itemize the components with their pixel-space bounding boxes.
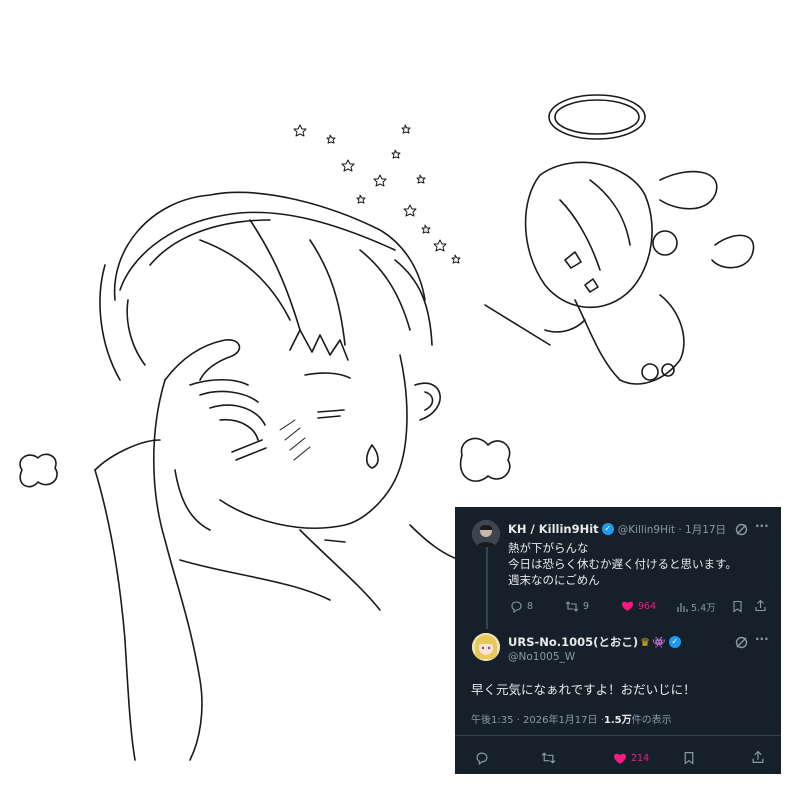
views-count: 5.4万 (691, 603, 716, 614)
reply-header: URS-No.1005(とおこ) ♛ 👾 ✓ (508, 634, 681, 650)
divider (455, 735, 781, 736)
like-icon (621, 601, 634, 611)
reply-count: 8 (527, 601, 534, 612)
reply-meta: 午後1:35 · 2026年1月17日 · 1.5万 件の表示 (471, 711, 672, 726)
retweet-icon[interactable] (541, 751, 556, 765)
reply-view-count: 1.5万 (603, 715, 632, 726)
reply-text: 早く元気になぁれですよ！おだいじに！ (471, 682, 696, 697)
bookmark-icon[interactable] (732, 600, 743, 613)
tweet-text: 熱が下がらんな 今日は恐らく休むか遅く付けると思います。 週末なのにごめん (508, 540, 737, 588)
views-button[interactable]: 5.4万 (676, 600, 716, 614)
reply-like-button[interactable]: 214 (613, 752, 649, 765)
tweet-line-2: 今日は恐らく休むか遅く付けると思います。 (508, 557, 737, 571)
verified-icon: ✓ (668, 636, 681, 648)
alien-emoji-icon: 👾 (652, 635, 666, 649)
tweet-thread-panel: KH / Killin9Hit ✓ @Killin9Hit · 1月17日 ··… (455, 507, 781, 774)
reply-timestamp[interactable]: 午後1:35 · 2026年1月17日 · (471, 711, 604, 726)
grok-icon[interactable] (735, 636, 748, 649)
reply-view-suffix: 件の表示 (631, 715, 672, 726)
bookmark-icon[interactable] (683, 751, 695, 765)
like-icon (613, 753, 627, 764)
reply-author-avatar[interactable] (472, 633, 500, 661)
like-count: 964 (638, 600, 657, 612)
grok-icon[interactable] (735, 523, 748, 536)
retweet-count: 9 (583, 601, 590, 612)
more-icon[interactable]: ··· (755, 632, 769, 646)
tweet-header: KH / Killin9Hit ✓ @Killin9Hit · 1月17日 (508, 521, 726, 537)
share-icon[interactable] (754, 599, 767, 612)
reply-author-name[interactable]: URS-No.1005(とおこ) (508, 634, 638, 650)
share-icon[interactable] (751, 750, 765, 764)
author-avatar[interactable] (472, 520, 500, 548)
reply-button[interactable]: 8 (510, 600, 533, 613)
reply-like-count: 214 (631, 753, 650, 764)
reply-handle[interactable]: @No1005_W (508, 651, 575, 663)
retweet-button[interactable]: 9 (565, 600, 589, 613)
handle-and-date[interactable]: @Killin9Hit · 1月17日 (618, 522, 726, 537)
views-icon (677, 603, 688, 612)
tweet-line-1: 熱が下がらんな (508, 541, 589, 555)
verified-icon: ✓ (601, 523, 614, 535)
crown-emoji-icon: ♛ (640, 635, 651, 649)
reply-icon[interactable] (475, 751, 489, 765)
more-icon[interactable]: ··· (755, 519, 769, 533)
retweet-icon (565, 601, 579, 612)
like-button[interactable]: 964 (621, 600, 656, 612)
tweet-line-3: 週末なのにごめん (508, 573, 600, 587)
author-name[interactable]: KH / Killin9Hit (508, 522, 599, 536)
reply-icon (511, 601, 522, 613)
thread-line (486, 547, 488, 629)
